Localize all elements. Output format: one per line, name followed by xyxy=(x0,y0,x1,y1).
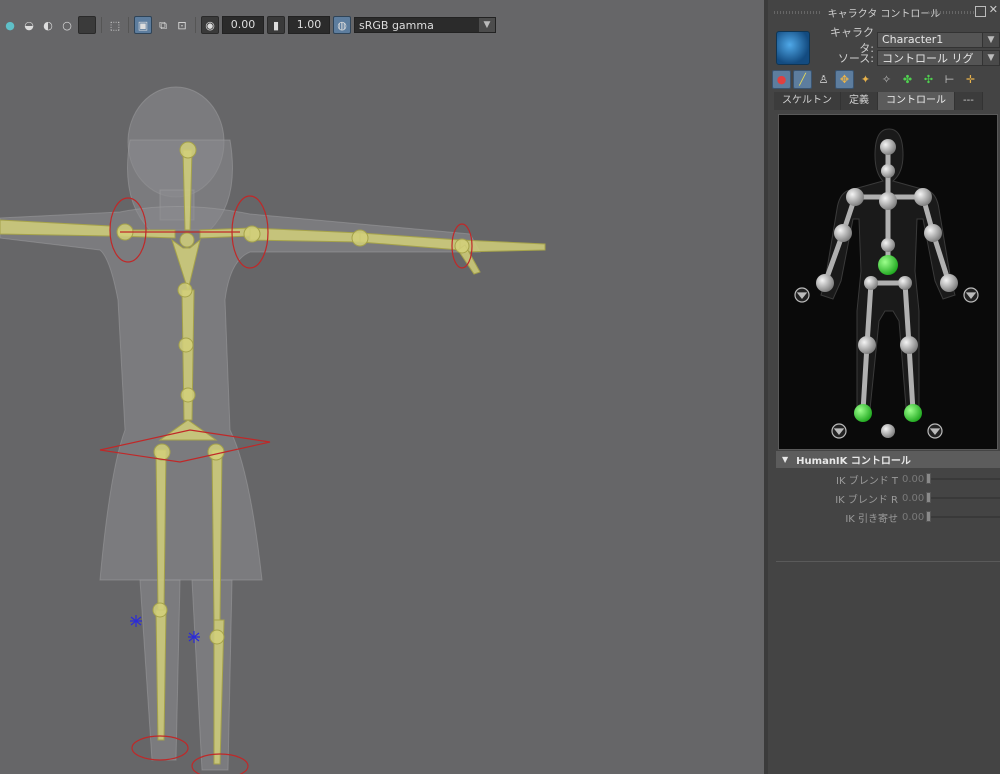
left-shoulder-joint xyxy=(846,188,864,206)
character-control-panel: キャラクタ コントロール ✕ キャラクタ: Character1 ▼ ソース: … xyxy=(768,0,1000,774)
section-title: HumanIK コントロール xyxy=(796,456,911,467)
select-camera-icon[interactable]: ⬚ xyxy=(107,17,123,33)
humanik-menu-button[interactable] xyxy=(776,31,810,65)
source-dropdown[interactable]: コントロール リグ ▼ xyxy=(877,49,1000,66)
panel-titlebar: キャラクタ コントロール ✕ xyxy=(768,2,1000,22)
character-value: Character1 xyxy=(882,33,944,46)
xray-joints-icon[interactable] xyxy=(78,16,96,34)
resolution-gate-icon[interactable]: ▣ xyxy=(134,16,152,34)
source-row: ソース: コントロール リグ ▼ xyxy=(816,49,1000,66)
panel-title: キャラクタ コントロール xyxy=(827,8,941,20)
ik-blend-r-label: IK ブレンド R xyxy=(835,494,898,506)
gamma-icon[interactable]: ▮ xyxy=(267,16,285,34)
right-hip-joint xyxy=(898,276,912,290)
ik-pull-value[interactable]: 0.00 xyxy=(902,511,926,524)
right-knee-joint xyxy=(900,336,918,354)
show-fk-icon[interactable]: ● xyxy=(772,69,791,89)
ik-blend-r-row: IK ブレンド R 0.00 xyxy=(776,489,1000,507)
left-hip-joint xyxy=(864,276,878,290)
section-divider xyxy=(776,561,1000,562)
right-elbow-joint xyxy=(924,224,942,242)
exposure-field[interactable]: 0.00 xyxy=(222,16,264,34)
character-dropdown[interactable]: Character1 ▼ xyxy=(877,31,1000,48)
color-space-dropdown[interactable]: sRGB gamma ▼ xyxy=(354,17,496,33)
panel-tabs: スケルトン 定義 コントロール --- xyxy=(774,92,1000,110)
selection-icon[interactable]: ✦ xyxy=(856,70,875,89)
reach-icon[interactable]: ⊢ xyxy=(940,70,959,89)
show-ik-icon[interactable]: ╱ xyxy=(793,69,812,89)
character-row: キャラクタ: Character1 ▼ xyxy=(816,26,1000,55)
exposure-icon[interactable]: ◉ xyxy=(201,16,219,34)
toolbar-divider xyxy=(128,17,129,33)
humanik-figure-view[interactable] xyxy=(778,114,998,450)
pinning-icon[interactable]: ✧ xyxy=(877,70,896,89)
ik-blend-t-row: IK ブレンド T 0.00 xyxy=(776,470,1000,488)
float-window-icon[interactable] xyxy=(975,6,986,17)
neck-joint xyxy=(881,164,895,178)
head-joint xyxy=(880,139,896,155)
xray-icon[interactable]: ○ xyxy=(59,17,75,33)
body-part-icon[interactable]: ✥ xyxy=(835,69,854,89)
tab-controls[interactable]: コントロール xyxy=(878,92,955,110)
ik-pull-label: IK 引き寄せ xyxy=(845,513,898,525)
ik-blend-r-slider[interactable] xyxy=(926,492,1000,503)
pin-translate-icon[interactable]: ✤ xyxy=(898,70,917,89)
wireframe-shaded-icon[interactable]: ◐ xyxy=(40,17,56,33)
right-ankle-effector xyxy=(904,404,922,422)
right-wrist-joint xyxy=(940,274,958,292)
right-shoulder-joint xyxy=(914,188,932,206)
pin-rotate-icon[interactable]: ✣ xyxy=(919,70,938,89)
left-elbow-joint xyxy=(834,224,852,242)
hips-effector xyxy=(878,255,898,275)
ik-blend-t-value[interactable]: 0.00 xyxy=(902,473,926,486)
source-label: ソース: xyxy=(837,51,874,65)
character-mesh xyxy=(0,86,481,771)
viewport-3d[interactable]: ● ◒ ◐ ○ ⬚ ▣ ⧉ ⊡ ◉ 0.00 ▮ 1.00 ◍ sRGB gam… xyxy=(0,0,764,774)
slider-thumb[interactable] xyxy=(926,492,931,503)
humanik-toolbar: ● ╱ ♙ ✥ ✦ ✧ ✤ ✣ ⊢ ✛ xyxy=(772,69,1000,89)
effector-icon[interactable]: ✛ xyxy=(961,70,980,89)
tab-definition[interactable]: 定義 xyxy=(841,92,878,110)
chest-joint xyxy=(879,192,897,210)
chevron-down-icon: ▼ xyxy=(982,32,999,47)
left-knee-joint xyxy=(858,336,876,354)
close-icon[interactable]: ✕ xyxy=(989,3,998,16)
chevron-down-icon: ▼ xyxy=(982,50,999,65)
source-value: コントロール リグ xyxy=(882,51,974,65)
ik-blend-t-slider[interactable] xyxy=(926,473,1000,484)
color-space-value: sRGB gamma xyxy=(359,18,434,32)
left-ankle-effector xyxy=(854,404,872,422)
collapse-triangle-icon: ▼ xyxy=(782,455,789,464)
ik-blend-r-value[interactable]: 0.00 xyxy=(902,492,926,505)
ik-blend-t-label: IK ブレンド T xyxy=(836,475,898,487)
spine-joint xyxy=(881,238,895,252)
toolbar-divider xyxy=(101,17,102,33)
floor-contact-joint xyxy=(881,424,895,438)
field-chart-icon[interactable]: ⊡ xyxy=(174,17,190,33)
chevron-down-icon: ▼ xyxy=(479,18,495,32)
isolate-icon[interactable]: ● xyxy=(2,17,18,33)
humanik-controls-section-header[interactable]: ▼ HumanIK コントロール xyxy=(776,451,1000,468)
gamma-field[interactable]: 1.00 xyxy=(288,16,330,34)
gate-mask-icon[interactable]: ⧉ xyxy=(155,17,171,33)
ik-pull-slider[interactable] xyxy=(926,511,1000,522)
character-scene[interactable] xyxy=(0,37,764,774)
slider-thumb[interactable] xyxy=(926,511,931,522)
viewport-toolbar: ● ◒ ◐ ○ ⬚ ▣ ⧉ ⊡ ◉ 0.00 ▮ 1.00 ◍ sRGB gam… xyxy=(0,13,764,37)
tab-skeleton[interactable]: スケルトン xyxy=(774,92,841,110)
left-wrist-joint xyxy=(816,274,834,292)
toolbar-divider xyxy=(195,17,196,33)
shaded-icon[interactable]: ◒ xyxy=(21,17,37,33)
color-management-icon[interactable]: ◍ xyxy=(333,16,351,34)
slider-thumb[interactable] xyxy=(926,473,931,484)
drag-grip[interactable] xyxy=(928,11,976,14)
tab-more[interactable]: --- xyxy=(955,92,983,110)
full-body-icon[interactable]: ♙ xyxy=(814,70,833,89)
drag-grip[interactable] xyxy=(774,11,822,14)
humanik-figure xyxy=(794,128,979,439)
ik-pull-row: IK 引き寄せ 0.00 xyxy=(776,508,1000,526)
